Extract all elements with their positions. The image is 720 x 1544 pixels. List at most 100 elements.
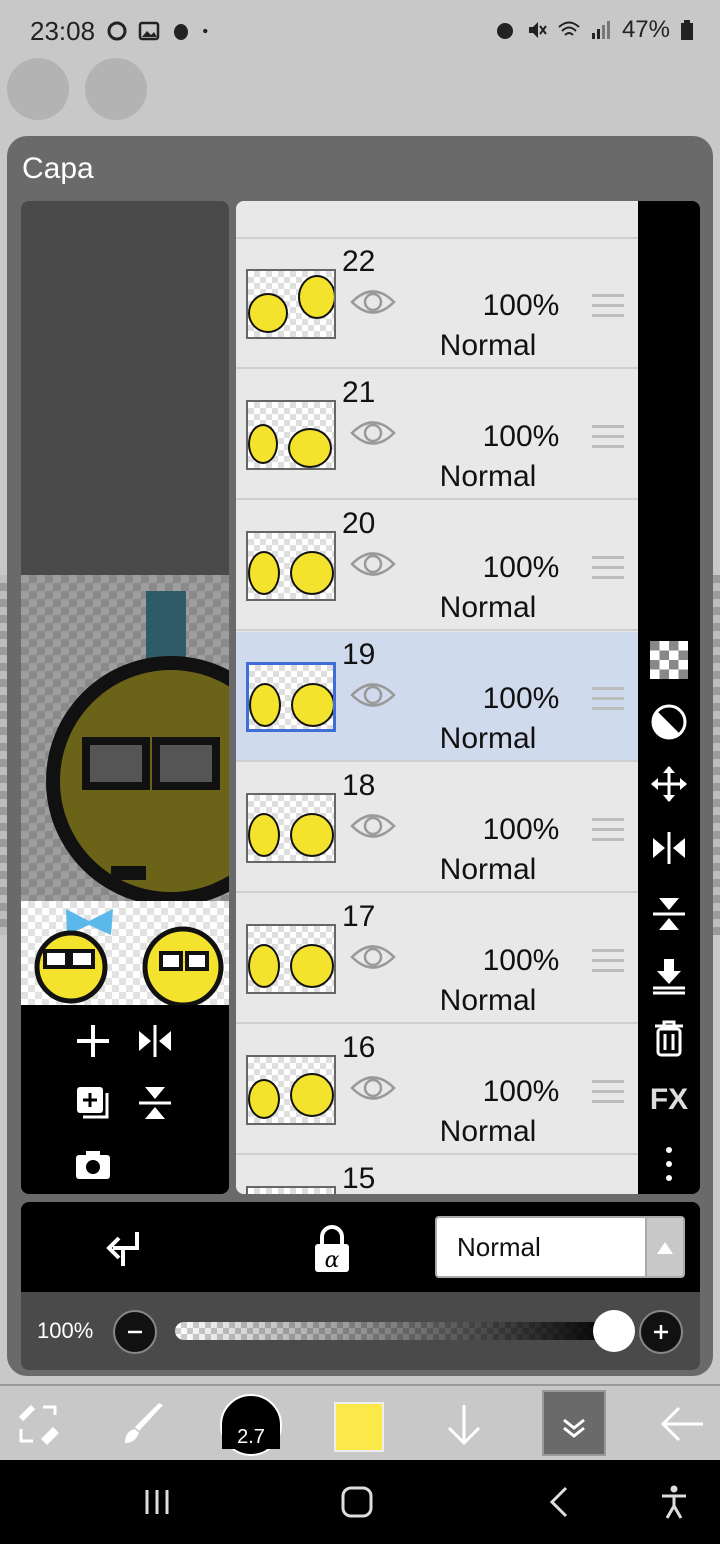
emoji-face-icon xyxy=(288,428,332,468)
alpha-lock-button[interactable]: α xyxy=(305,1222,359,1276)
layer-thumbnail[interactable] xyxy=(246,531,336,601)
emoji-face-icon xyxy=(290,1073,334,1117)
visibility-eye-icon[interactable] xyxy=(350,811,396,841)
emoji-face-icon xyxy=(248,1079,280,1119)
preview-character-icon xyxy=(46,591,229,901)
layer-row[interactable]: 20 100% Normal xyxy=(236,501,638,631)
accessibility-button[interactable] xyxy=(654,1484,694,1520)
layer-row[interactable]: 17 100% Normal xyxy=(236,894,638,1024)
layer-thumbnail[interactable] xyxy=(246,924,336,994)
visibility-eye-icon[interactable] xyxy=(350,942,396,972)
layer-row[interactable]: Normal xyxy=(236,201,638,239)
emoji-face-icon xyxy=(248,944,280,988)
layer-row[interactable]: 21 100% Normal xyxy=(236,370,638,500)
layer-blend-mode: Normal xyxy=(439,853,537,886)
emoji-face-icon xyxy=(298,275,334,319)
redo-button[interactable] xyxy=(85,58,147,120)
flip-canvas-horizontal-button[interactable] xyxy=(133,1019,177,1063)
drag-handle-icon[interactable] xyxy=(592,556,624,580)
layer-thumbnail[interactable] xyxy=(246,793,336,863)
layer-number: 20 xyxy=(342,507,376,540)
brush-tool-button[interactable] xyxy=(116,1396,172,1452)
arrow-down-icon xyxy=(447,1405,481,1446)
back-button[interactable] xyxy=(654,1396,710,1452)
layer-row[interactable]: 15 xyxy=(236,1156,638,1194)
move-layer-button[interactable] xyxy=(646,761,692,807)
visibility-eye-icon[interactable] xyxy=(350,418,396,448)
layer-thumbnail[interactable] xyxy=(246,1186,336,1194)
layer-row[interactable]: 16 100% Normal xyxy=(236,1025,638,1155)
recents-icon xyxy=(145,1490,169,1514)
transparency-button[interactable] xyxy=(646,637,692,683)
layer-list[interactable]: Normal 22 100% Normal 21 100% Normal 20 100% Norm… xyxy=(236,201,638,1194)
layer-panel-toggle-button[interactable] xyxy=(542,1390,606,1456)
layer-thumbnail[interactable] xyxy=(246,269,336,339)
drag-handle-icon[interactable] xyxy=(592,949,624,973)
layer-thumbnail[interactable] xyxy=(246,662,336,732)
emoji-face-icon xyxy=(248,551,280,595)
home-button[interactable] xyxy=(337,1484,377,1520)
clip-arrow-icon xyxy=(106,1232,139,1266)
layer-blend-mode: Normal xyxy=(439,460,537,493)
recent-apps-button[interactable] xyxy=(137,1484,177,1520)
clip-button[interactable] xyxy=(101,1224,151,1274)
bug-icon xyxy=(174,24,188,40)
duplicate-layer-button[interactable] xyxy=(71,1081,115,1125)
dropdown-arrow-icon xyxy=(645,1218,683,1276)
gallery-icon xyxy=(138,21,160,41)
visibility-eye-icon[interactable] xyxy=(350,287,396,317)
opacity-slider[interactable] xyxy=(175,1322,615,1340)
layer-row[interactable]: 22 100% Normal xyxy=(236,239,638,369)
layer-preview-thumbnail xyxy=(21,901,229,1008)
emoji-face-icon xyxy=(248,293,288,333)
visibility-eye-icon[interactable] xyxy=(350,680,396,710)
drag-handle-icon[interactable] xyxy=(592,687,624,711)
delete-layer-button[interactable] xyxy=(646,1015,692,1061)
layer-row[interactable]: 19 100% Normal xyxy=(236,632,638,762)
visibility-eye-icon[interactable] xyxy=(350,549,396,579)
fx-button[interactable]: FX xyxy=(646,1077,692,1123)
opacity-increase-button[interactable] xyxy=(639,1310,683,1354)
visibility-eye-icon[interactable] xyxy=(350,1073,396,1103)
system-nav-bar xyxy=(0,1460,720,1544)
opacity-decrease-button[interactable] xyxy=(113,1310,157,1354)
system-back-button[interactable] xyxy=(540,1484,580,1520)
preview-faces-icon xyxy=(34,909,224,1008)
brush-size-button[interactable]: 2.7 xyxy=(220,1394,282,1456)
layer-row[interactable]: 18 100% Normal xyxy=(236,763,638,893)
emoji-face-icon xyxy=(290,813,334,857)
blend-mode-value: Normal xyxy=(457,1232,541,1262)
layer-blend-mode: Normal xyxy=(439,722,537,755)
emoji-face-icon xyxy=(290,551,334,595)
flip-layer-vertical-button[interactable] xyxy=(646,891,692,937)
move-down-button[interactable] xyxy=(436,1396,492,1452)
clipping-button[interactable] xyxy=(646,699,692,745)
emoji-face-icon xyxy=(290,944,334,988)
layer-opacity: 100% xyxy=(482,420,560,453)
blend-mode-select[interactable]: Normal xyxy=(435,1216,685,1278)
layer-thumbnail[interactable] xyxy=(246,1055,336,1125)
add-layer-button[interactable] xyxy=(71,1019,115,1063)
opacity-slider-knob[interactable] xyxy=(593,1310,635,1352)
drag-handle-icon[interactable] xyxy=(592,818,624,842)
drag-handle-icon[interactable] xyxy=(592,294,624,318)
drag-handle-icon[interactable] xyxy=(592,425,624,449)
flip-canvas-vertical-button[interactable] xyxy=(133,1081,177,1125)
camera-button[interactable] xyxy=(71,1143,115,1187)
flip-vertical-icon xyxy=(139,1087,171,1119)
status-bar: 23:08 47% xyxy=(0,0,720,64)
merge-down-button[interactable] xyxy=(646,953,692,999)
undo-button[interactable] xyxy=(7,58,69,120)
layer-number: 17 xyxy=(342,900,376,933)
layer-number: 18 xyxy=(342,769,376,802)
flip-layer-horizontal-button[interactable] xyxy=(646,825,692,871)
more-options-button[interactable] xyxy=(646,1141,692,1187)
layer-thumbnail[interactable] xyxy=(246,400,336,470)
flip-vertical-icon xyxy=(653,898,685,930)
tool-switch-button[interactable] xyxy=(10,1396,66,1452)
color-swatch[interactable] xyxy=(334,1402,384,1452)
drag-handle-icon[interactable] xyxy=(592,1080,624,1104)
eraser-swap-icon xyxy=(18,1404,59,1445)
home-icon xyxy=(341,1486,373,1518)
layer-opacity: 100% xyxy=(482,813,560,846)
